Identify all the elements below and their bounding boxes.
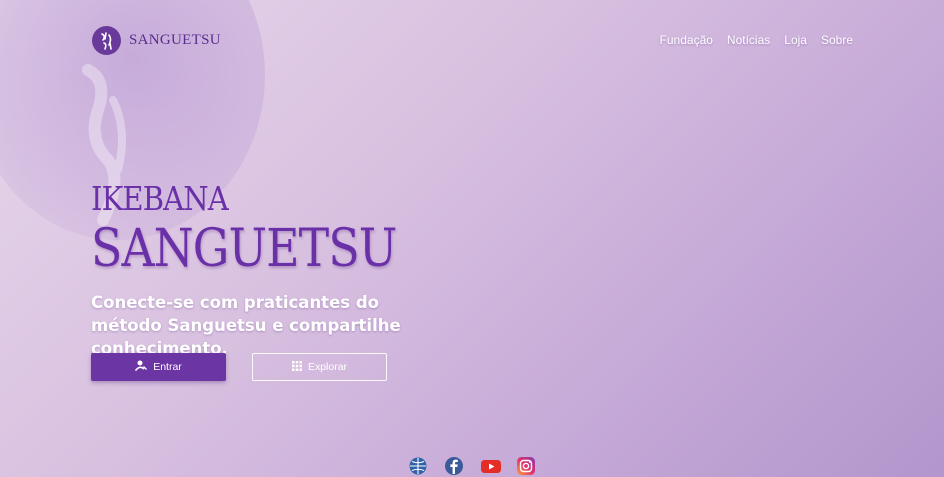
hero-subtitle: Conecte-se com praticantes do método San… xyxy=(91,293,401,358)
instagram-icon[interactable] xyxy=(517,457,535,475)
logo-badge-icon xyxy=(92,26,121,55)
logo[interactable]: SANGUETSU xyxy=(92,26,221,55)
hero-title: IKEBANA SANGUETSU xyxy=(91,178,438,278)
login-button[interactable]: Entrar xyxy=(91,353,226,381)
nav-item-fundacao[interactable]: Fundação xyxy=(660,33,713,47)
grid-icon xyxy=(291,360,302,374)
user-key-icon xyxy=(135,360,148,374)
login-button-label: Entrar xyxy=(153,361,182,373)
brand-name: SANGUETSU xyxy=(129,32,221,48)
hero-title-line1: IKEBANA xyxy=(91,179,229,218)
globe-icon[interactable] xyxy=(409,457,427,475)
nav-item-noticias[interactable]: Notícias xyxy=(727,33,770,47)
header: SANGUETSU Fundação Notícias Loja Sobre xyxy=(0,0,944,80)
youtube-icon[interactable] xyxy=(481,457,501,475)
explore-button[interactable]: Explorar xyxy=(252,353,387,381)
social-links xyxy=(409,457,535,475)
nav-item-loja[interactable]: Loja xyxy=(784,33,807,47)
facebook-icon[interactable] xyxy=(445,457,463,475)
nav-item-sobre[interactable]: Sobre xyxy=(821,33,853,47)
main-nav: Fundação Notícias Loja Sobre xyxy=(660,33,853,47)
hero-title-line2: SANGUETSU xyxy=(91,219,397,279)
explore-button-label: Explorar xyxy=(307,361,348,373)
